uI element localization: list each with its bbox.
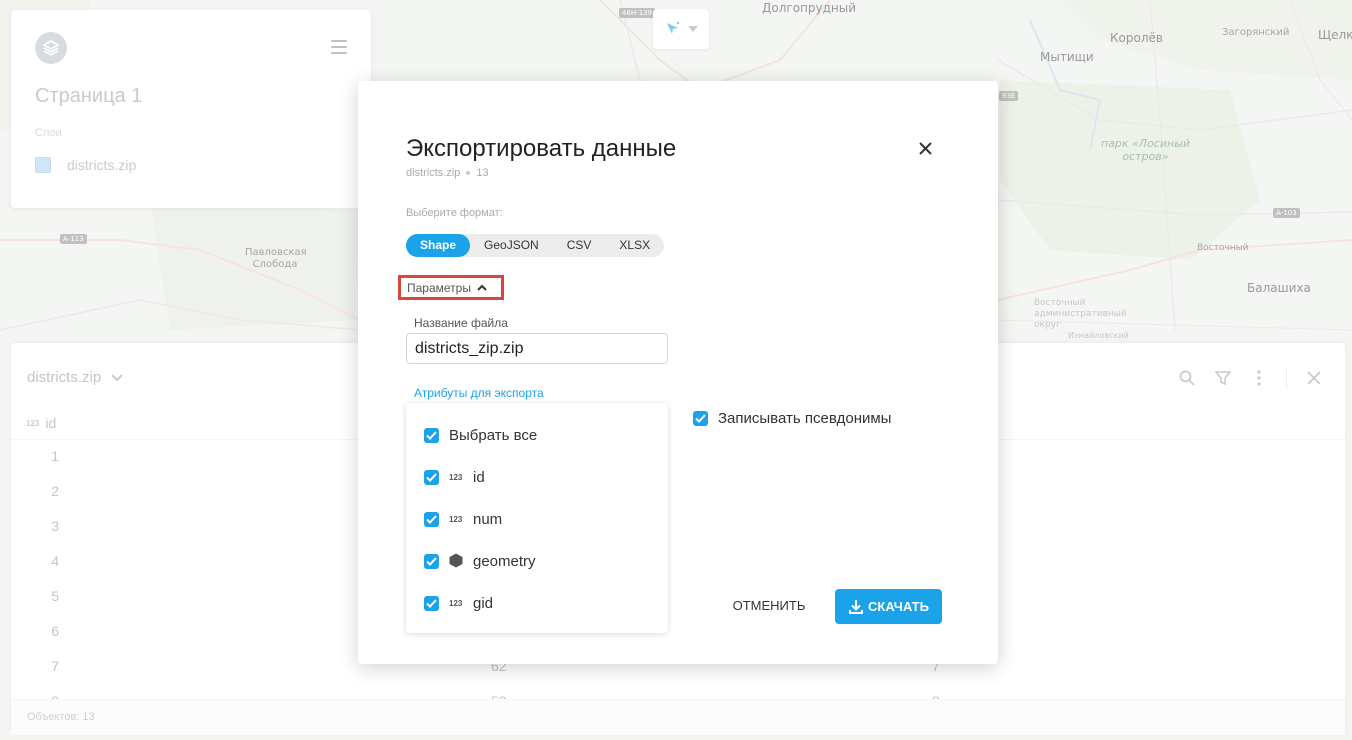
numeric-type-icon: 123: [449, 473, 463, 482]
checkbox-checked-icon: [424, 428, 439, 443]
format-label: Выберите формат:: [406, 207, 503, 219]
download-label: СКАЧАТЬ: [868, 599, 929, 614]
numeric-type-icon: 123: [449, 599, 463, 608]
format-csv-button[interactable]: CSV: [553, 234, 606, 257]
chevron-up-icon: [477, 284, 487, 291]
attribute-checkbox-gid[interactable]: 123 gid: [424, 595, 493, 612]
numeric-type-icon: 123: [449, 515, 463, 524]
subtitle-count: 13: [476, 167, 489, 179]
checkbox-checked-icon: [693, 411, 708, 426]
format-geojson-button[interactable]: GeoJSON: [470, 234, 553, 257]
attribute-name: geometry: [473, 553, 536, 570]
separator-dot-icon: [466, 171, 471, 175]
format-shape-button[interactable]: Shape: [406, 234, 471, 257]
filename-label: Название файла: [414, 316, 508, 330]
attributes-label: Атрибуты для экспорта: [414, 386, 544, 400]
attribute-checkbox-num[interactable]: 123 num: [424, 511, 502, 528]
download-button[interactable]: СКАЧАТЬ: [835, 589, 942, 624]
attribute-checkbox-geometry[interactable]: geometry: [424, 553, 536, 570]
write-aliases-label: Записывать псевдонимы: [718, 410, 892, 427]
format-selector: Shape GeoJSON CSV XLSX: [406, 234, 665, 257]
checkbox-checked-icon: [424, 470, 439, 485]
attribute-name: num: [473, 511, 503, 528]
parameters-toggle[interactable]: Параметры: [398, 275, 504, 300]
export-dialog: Экспортировать данные districts.zip 13 В…: [358, 81, 998, 664]
attribute-name: id: [473, 469, 485, 486]
format-xlsx-button[interactable]: XLSX: [605, 234, 664, 257]
attributes-list: Выбрать все 123 id 123 num geometry 123 …: [406, 403, 668, 633]
geometry-type-icon: [449, 553, 473, 570]
attribute-checkbox-id[interactable]: 123 id: [424, 469, 485, 486]
attribute-name: gid: [473, 595, 494, 612]
cancel-button[interactable]: ОТМЕНИТЬ: [722, 589, 816, 623]
dialog-title: Экспортировать данные: [406, 135, 677, 162]
parameters-label: Параметры: [407, 280, 471, 295]
dialog-subtitle: districts.zip 13: [406, 167, 489, 179]
select-all-label: Выбрать все: [449, 427, 538, 444]
download-icon: [849, 599, 864, 614]
filename-input[interactable]: [406, 333, 668, 364]
subtitle-file: districts.zip: [406, 167, 461, 179]
write-aliases-checkbox[interactable]: Записывать псевдонимы: [693, 410, 891, 427]
checkbox-checked-icon: [424, 512, 439, 527]
checkbox-checked-icon: [424, 596, 439, 611]
checkbox-checked-icon: [424, 554, 439, 569]
select-all-checkbox[interactable]: Выбрать все: [424, 427, 537, 444]
close-icon[interactable]: [914, 137, 936, 159]
